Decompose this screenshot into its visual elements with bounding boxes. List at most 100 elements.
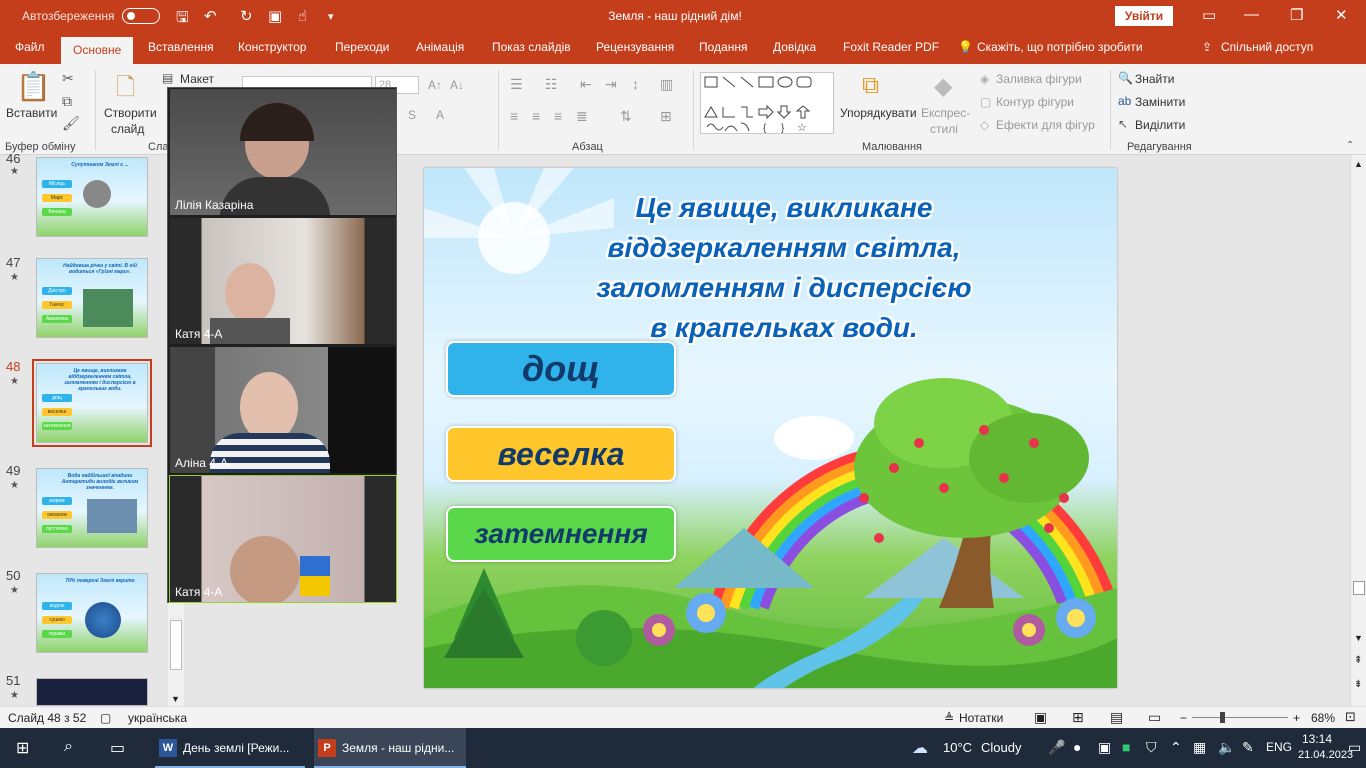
zoom-in-icon[interactable]: +: [1293, 711, 1300, 725]
decrease-font-icon[interactable]: A↓: [450, 78, 464, 92]
ribbon-display-icon[interactable]: ▭: [1202, 6, 1216, 24]
video-call-panel[interactable]: Лілія Казаріна Катя 4-А Аліна 4-А Катя 4…: [167, 87, 397, 603]
text-direction-icon[interactable]: ⇅: [620, 108, 632, 125]
tray-chevron-icon[interactable]: ⌃: [1170, 739, 1182, 756]
answer-button-eclipse[interactable]: затемнення: [446, 506, 676, 562]
arrange-button[interactable]: Упорядкувати: [840, 106, 917, 120]
tab-foxit[interactable]: Foxit Reader PDF: [843, 40, 939, 54]
find-icon[interactable]: 🔍: [1118, 71, 1133, 85]
smartart-icon[interactable]: ⊞: [660, 108, 672, 125]
video-tile[interactable]: Катя 4-А: [170, 218, 396, 344]
slideshow-icon[interactable]: ▭: [1148, 709, 1161, 726]
answer-button-rain[interactable]: дощ: [446, 341, 676, 397]
slide-thumbnail-48[interactable]: Це явище, викликане віддзеркаленням світ…: [32, 359, 152, 447]
increase-font-icon[interactable]: A↑: [428, 78, 442, 92]
notes-button[interactable]: Нотатки: [959, 711, 1003, 725]
slide-thumbnail-49[interactable]: Вода найбільшої впадини Антарктиди волод…: [36, 468, 148, 548]
present-from-start-icon[interactable]: ▣: [268, 7, 282, 25]
paste-button[interactable]: Вставити: [6, 106, 57, 120]
tab-file[interactable]: Файл: [15, 40, 45, 54]
taskbar-app-powerpoint[interactable]: P Земля - наш рідни...: [314, 728, 466, 768]
tab-transitions[interactable]: Переходи: [335, 40, 389, 54]
clock-time[interactable]: 13:14: [1302, 732, 1332, 746]
sign-in-button[interactable]: Увійти: [1115, 6, 1173, 26]
layout-button[interactable]: Макет: [180, 72, 214, 86]
columns-icon[interactable]: ▥: [660, 76, 673, 93]
microphone-icon[interactable]: 🎤: [1048, 739, 1065, 756]
video-tile[interactable]: Аліна 4-А: [170, 347, 396, 473]
tab-home[interactable]: Основне: [61, 35, 134, 64]
tab-view[interactable]: Подання: [699, 40, 747, 54]
shapes-gallery[interactable]: { } ☆: [700, 72, 834, 134]
arrange-icon[interactable]: ⧉: [862, 72, 879, 100]
layout-icon[interactable]: ▤: [162, 71, 173, 85]
collapse-ribbon-icon[interactable]: ⌃: [1346, 140, 1354, 151]
redo-icon[interactable]: ↻: [240, 7, 253, 25]
task-view-icon[interactable]: ▭: [110, 738, 125, 758]
thumbnail-scroll-thumb[interactable]: [170, 620, 182, 670]
undo-icon[interactable]: ↶: [204, 7, 217, 25]
customize-toolbar-icon[interactable]: ▾: [328, 10, 334, 23]
language-indicator[interactable]: ENG: [1266, 740, 1292, 754]
scroll-down-icon[interactable]: ▼: [1354, 633, 1363, 643]
security-icon[interactable]: ⛉: [1146, 739, 1157, 756]
tab-slideshow[interactable]: Показ слайдів: [492, 40, 571, 54]
new-slide-button-line2[interactable]: слайд: [111, 122, 144, 136]
next-slide-icon[interactable]: ⇟: [1354, 679, 1362, 690]
fit-slide-icon[interactable]: ⊡: [1345, 709, 1356, 725]
normal-view-icon[interactable]: ▣: [1034, 709, 1047, 726]
slide-thumbnail-46[interactable]: Супутником Землі є ... Місяць Марс Венер…: [36, 157, 148, 237]
tab-review[interactable]: Рецензування: [596, 40, 674, 54]
editor-scroll-thumb[interactable]: [1353, 581, 1365, 595]
line-spacing-icon[interactable]: ↕: [632, 76, 639, 92]
align-right-icon[interactable]: ≡: [554, 108, 562, 124]
zoom-slider[interactable]: [1192, 717, 1288, 718]
bullets-icon[interactable]: ☰: [510, 76, 523, 93]
cut-icon[interactable]: ✂: [62, 70, 74, 87]
select-button[interactable]: Виділити: [1135, 118, 1185, 132]
tab-help[interactable]: Довідка: [773, 40, 816, 54]
quick-styles-button-line2[interactable]: стилі: [930, 122, 958, 136]
find-button[interactable]: Знайти: [1135, 72, 1174, 86]
decrease-indent-icon[interactable]: ⇤: [580, 76, 592, 93]
slide-thumbnail-51[interactable]: [36, 678, 148, 706]
shape-fill-button[interactable]: Заливка фігури: [996, 72, 1082, 86]
increase-indent-icon[interactable]: ⇥: [605, 76, 617, 93]
zoom-slider-thumb[interactable]: [1220, 712, 1225, 723]
shape-outline-button[interactable]: Контур фігури: [996, 95, 1074, 109]
shape-fill-icon[interactable]: ◈: [980, 72, 989, 86]
numbering-icon[interactable]: ☷: [545, 76, 558, 93]
save-icon[interactable]: 🖫: [176, 7, 189, 32]
weather-temperature[interactable]: 10°C: [943, 740, 972, 755]
taskbar-app-word[interactable]: W День землі [Режи...: [155, 728, 305, 768]
autosave-toggle[interactable]: [122, 8, 160, 24]
spellcheck-icon[interactable]: ▢: [100, 711, 111, 725]
shadow-icon[interactable]: S: [408, 108, 416, 122]
network-icon[interactable]: ▦: [1193, 739, 1206, 756]
slide-thumbnail-47[interactable]: Найдовша річка у світі. В ній водиться «…: [36, 258, 148, 338]
zoom-app-icon[interactable]: ●: [1073, 739, 1081, 755]
copy-icon[interactable]: ⧉: [62, 93, 72, 110]
font-color-icon[interactable]: A: [436, 108, 444, 122]
quick-styles-button[interactable]: Експрес-: [921, 106, 970, 120]
slide-sorter-icon[interactable]: ⊞: [1072, 709, 1084, 726]
shape-effects-icon[interactable]: ◇: [980, 118, 989, 132]
align-left-icon[interactable]: ≡: [510, 108, 518, 124]
restore-icon[interactable]: ❐: [1290, 6, 1303, 24]
tell-me-search[interactable]: Скажіть, що потрібно зробити: [977, 40, 1143, 54]
paste-icon[interactable]: 📋: [16, 70, 51, 103]
reading-view-icon[interactable]: ▤: [1110, 709, 1123, 726]
share-button[interactable]: Спільний доступ: [1221, 40, 1313, 54]
clock-date[interactable]: 21.04.2023: [1298, 749, 1353, 761]
input-method-icon[interactable]: ✎: [1242, 739, 1254, 756]
shape-effects-button[interactable]: Ефекти для фігур: [996, 118, 1095, 132]
close-icon[interactable]: ✕: [1335, 6, 1348, 24]
select-icon[interactable]: ↖: [1118, 117, 1128, 131]
previous-slide-icon[interactable]: ⇞: [1354, 655, 1362, 666]
current-slide[interactable]: Це явище, викликане віддзеркаленням світ…: [424, 168, 1117, 688]
minimize-icon[interactable]: —: [1244, 6, 1259, 23]
weather-description[interactable]: Cloudy: [981, 740, 1021, 755]
start-icon[interactable]: ⊞: [16, 738, 29, 758]
camera-icon[interactable]: ▣: [1098, 739, 1111, 756]
new-slide-button[interactable]: Створити: [104, 106, 157, 120]
